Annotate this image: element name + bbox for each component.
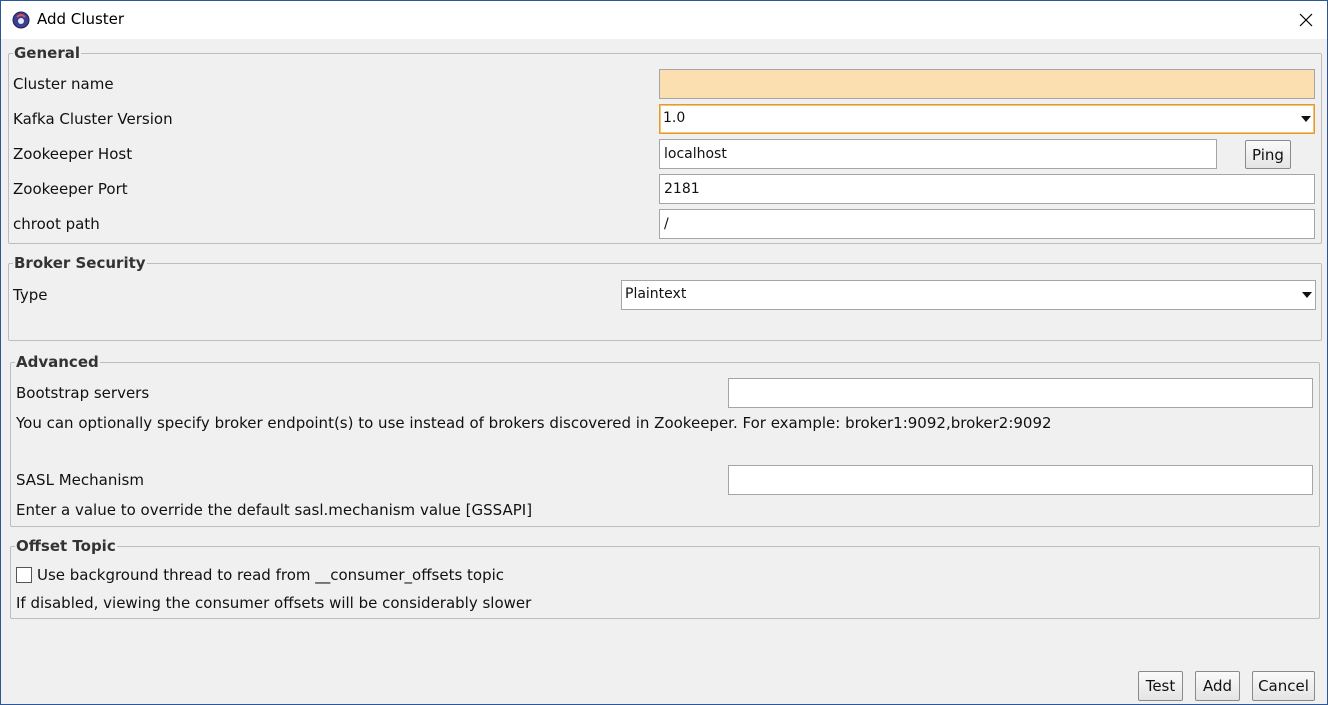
dropdown-arrow-icon xyxy=(1301,116,1311,122)
background-thread-checkbox[interactable] xyxy=(16,567,32,583)
advanced-legend: Advanced xyxy=(16,353,99,371)
window-title: Add Cluster xyxy=(37,10,125,28)
kafka-version-value: 1.0 xyxy=(663,110,686,126)
ping-button[interactable]: Ping xyxy=(1245,140,1291,169)
sasl-help-text: Enter a value to override the default sa… xyxy=(16,501,533,519)
zookeeper-port-label: Zookeeper Port xyxy=(13,180,128,198)
background-thread-label[interactable]: Use background thread to read from __con… xyxy=(37,566,504,584)
chroot-path-label: chroot path xyxy=(13,215,100,233)
sasl-mechanism-label: SASL Mechanism xyxy=(16,471,144,489)
offset-topic-help-text: If disabled, viewing the consumer offset… xyxy=(16,594,532,612)
broker-security-legend: Broker Security xyxy=(14,254,146,272)
chroot-path-field[interactable] xyxy=(659,209,1315,239)
general-legend: General xyxy=(14,44,80,62)
bootstrap-servers-field[interactable] xyxy=(728,378,1313,408)
add-cluster-dialog: Add Cluster General Cluster name Kafka C… xyxy=(0,0,1328,705)
offset-topic-legend: Offset Topic xyxy=(16,537,116,555)
security-type-label: Type xyxy=(13,286,48,304)
kafka-version-select[interactable]: 1.0 xyxy=(659,104,1315,134)
kafka-tool-icon xyxy=(12,11,30,29)
bootstrap-help-text: You can optionally specify broker endpoi… xyxy=(16,414,1052,432)
zookeeper-host-label: Zookeeper Host xyxy=(13,145,133,163)
zookeeper-port-field[interactable] xyxy=(659,174,1315,204)
add-button[interactable]: Add xyxy=(1195,671,1240,701)
kafka-version-label: Kafka Cluster Version xyxy=(13,110,173,128)
title-bar: Add Cluster xyxy=(1,1,1327,39)
close-button[interactable] xyxy=(1285,1,1327,39)
cancel-button[interactable]: Cancel xyxy=(1252,671,1315,701)
test-button[interactable]: Test xyxy=(1138,671,1183,701)
close-icon xyxy=(1299,13,1313,27)
cluster-name-label: Cluster name xyxy=(13,75,114,93)
sasl-mechanism-field[interactable] xyxy=(728,465,1313,495)
bootstrap-servers-label: Bootstrap servers xyxy=(16,384,150,402)
cluster-name-field[interactable] xyxy=(659,69,1315,99)
security-type-value: Plaintext xyxy=(625,286,687,302)
dropdown-arrow-icon xyxy=(1302,292,1312,298)
zookeeper-host-field[interactable] xyxy=(659,139,1217,169)
security-type-select[interactable]: Plaintext xyxy=(621,280,1316,310)
